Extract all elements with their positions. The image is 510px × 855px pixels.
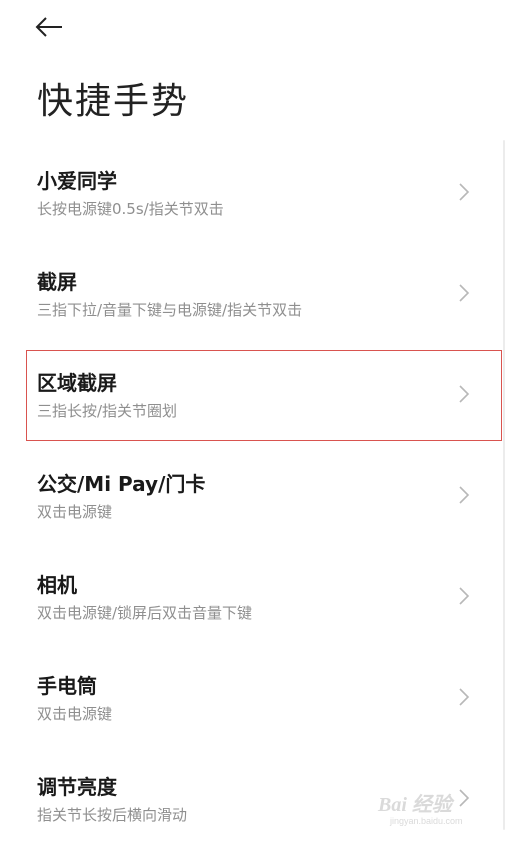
item-title: 截屏 <box>37 270 77 294</box>
chevron-right-icon <box>459 183 470 201</box>
item-subtitle: 双击电源键/锁屏后双击音量下键 <box>37 604 253 622</box>
watermark-text: Bai 经验 <box>378 794 452 816</box>
item-subtitle: 长按电源键0.5s/指关节双击 <box>37 200 224 218</box>
item-title: 调节亮度 <box>37 775 117 799</box>
gesture-list: 小爱同学 长按电源键0.5s/指关节双击 截屏 三指下拉/音量下键与电源键/指关… <box>0 148 510 855</box>
list-item-screenshot[interactable]: 截屏 三指下拉/音量下键与电源键/指关节双击 <box>0 249 510 350</box>
item-subtitle: 双击电源键 <box>37 705 113 723</box>
watermark-url: jingyan.baidu.com <box>390 816 463 826</box>
item-title: 区域截屏 <box>37 371 117 395</box>
page-title: 快捷手势 <box>37 81 190 122</box>
list-item-mipay[interactable]: 公交/Mi Pay/门卡 双击电源键 <box>0 451 510 552</box>
list-item-area-screenshot[interactable]: 区域截屏 三指长按/指关节圈划 <box>0 350 510 451</box>
item-subtitle: 双击电源键 <box>37 503 113 521</box>
watermark: Bai 经验 jingyan.baidu.com <box>378 786 486 832</box>
item-subtitle: 指关节长按后横向滑动 <box>37 806 188 824</box>
chevron-right-icon <box>459 587 470 605</box>
list-item-camera[interactable]: 相机 双击电源键/锁屏后双击音量下键 <box>0 552 510 653</box>
list-item-xiaoai[interactable]: 小爱同学 长按电源键0.5s/指关节双击 <box>0 148 510 249</box>
item-subtitle: 三指下拉/音量下键与电源键/指关节双击 <box>37 301 303 319</box>
chevron-right-icon <box>459 284 470 302</box>
back-button[interactable] <box>34 10 74 44</box>
item-title: 公交/Mi Pay/门卡 <box>37 472 206 496</box>
item-title: 手电筒 <box>37 674 97 698</box>
item-title: 相机 <box>37 573 77 597</box>
chevron-right-icon <box>459 486 470 504</box>
chevron-right-icon <box>459 385 470 403</box>
item-subtitle: 三指长按/指关节圈划 <box>37 402 178 420</box>
list-item-flashlight[interactable]: 手电筒 双击电源键 <box>0 653 510 754</box>
arrow-left-icon <box>35 17 62 37</box>
item-title: 小爱同学 <box>37 169 117 193</box>
chevron-right-icon <box>459 688 470 706</box>
